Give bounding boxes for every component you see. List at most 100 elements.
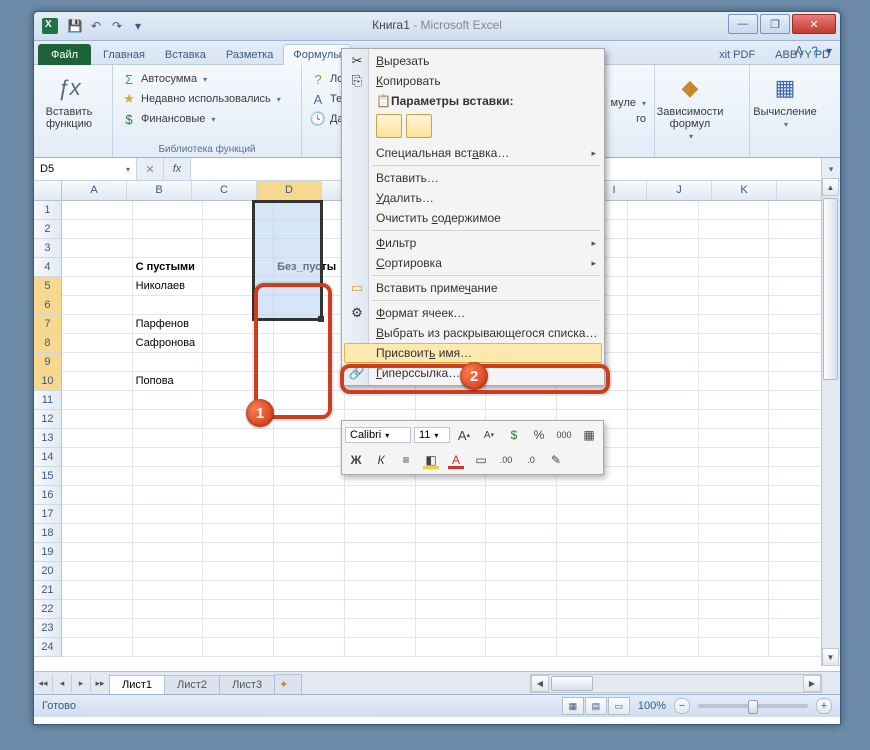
cell-H19[interactable]	[557, 543, 628, 562]
cell-C18[interactable]	[203, 524, 274, 543]
cell-D2[interactable]	[274, 220, 345, 239]
cell-I23[interactable]	[628, 619, 699, 638]
cell-I6[interactable]	[628, 296, 699, 315]
cell-F21[interactable]	[416, 581, 487, 600]
size-combo[interactable]: 11▾	[414, 427, 450, 443]
sheet-last[interactable]: ▸▸	[91, 674, 110, 692]
cell-A10[interactable]	[62, 372, 133, 391]
cell-I19[interactable]	[628, 543, 699, 562]
bold-button[interactable]: Ж	[345, 449, 367, 471]
cell-C8[interactable]	[203, 334, 274, 353]
cell-C24[interactable]	[203, 638, 274, 657]
redo-button[interactable]: ↷	[107, 16, 127, 36]
cell-B23[interactable]	[133, 619, 204, 638]
cell-D14[interactable]	[274, 448, 345, 467]
zoom-thumb[interactable]	[748, 700, 758, 714]
cell-I5[interactable]	[628, 277, 699, 296]
cell-A6[interactable]	[62, 296, 133, 315]
cm-copy[interactable]: ⎘Копировать	[344, 71, 602, 91]
cell-C6[interactable]	[203, 296, 274, 315]
cell-D18[interactable]	[274, 524, 345, 543]
cell-I24[interactable]	[628, 638, 699, 657]
cell-B16[interactable]	[133, 486, 204, 505]
comma-button[interactable]: 000	[553, 424, 575, 446]
cell-B21[interactable]	[133, 581, 204, 600]
cell-A2[interactable]	[62, 220, 133, 239]
cell-A24[interactable]	[62, 638, 133, 657]
cell-A9[interactable]	[62, 353, 133, 372]
cell-B10[interactable]: Попова	[133, 372, 204, 391]
paste-option-1[interactable]	[376, 114, 402, 138]
tab-home[interactable]: Главная	[93, 44, 155, 65]
cell-C4[interactable]	[203, 258, 274, 277]
cell-A15[interactable]	[62, 467, 133, 486]
borders-button[interactable]: ▦	[578, 424, 600, 446]
cell-D4[interactable]: Без_пусты	[274, 258, 345, 277]
cell-B24[interactable]	[133, 638, 204, 657]
help-icon[interactable]: ?	[811, 44, 818, 58]
accounting-button[interactable]: $	[503, 424, 525, 446]
help-dropdown[interactable]: ▾	[826, 44, 832, 58]
cell-B4[interactable]: С пустыми	[133, 258, 204, 277]
cell-G19[interactable]	[486, 543, 557, 562]
cm-clear[interactable]: Очистить содержимое	[344, 208, 602, 228]
cell-G16[interactable]	[486, 486, 557, 505]
cell-D21[interactable]	[274, 581, 345, 600]
row-header-6[interactable]: 6	[34, 296, 62, 315]
cell-J4[interactable]	[699, 258, 770, 277]
cell-I2[interactable]	[628, 220, 699, 239]
cell-D22[interactable]	[274, 600, 345, 619]
cell-C17[interactable]	[203, 505, 274, 524]
cell-H17[interactable]	[557, 505, 628, 524]
cell-C22[interactable]	[203, 600, 274, 619]
cell-F11[interactable]	[416, 391, 487, 410]
cell-I7[interactable]	[628, 315, 699, 334]
cell-H18[interactable]	[557, 524, 628, 543]
cell-J1[interactable]	[699, 201, 770, 220]
paste-option-2[interactable]	[406, 114, 432, 138]
cell-D3[interactable]	[274, 239, 345, 258]
col-header-B[interactable]: B	[127, 181, 192, 200]
row-header-3[interactable]: 3	[34, 239, 62, 258]
cell-I14[interactable]	[628, 448, 699, 467]
cell-J15[interactable]	[699, 467, 770, 486]
cell-D19[interactable]	[274, 543, 345, 562]
close-button[interactable]: ✕	[792, 14, 836, 34]
cell-B2[interactable]	[133, 220, 204, 239]
cell-D13[interactable]	[274, 429, 345, 448]
cell-I22[interactable]	[628, 600, 699, 619]
cell-C9[interactable]	[203, 353, 274, 372]
cell-B11[interactable]	[133, 391, 204, 410]
cell-I17[interactable]	[628, 505, 699, 524]
sheet-prev[interactable]: ◂	[53, 674, 72, 692]
cell-D20[interactable]	[274, 562, 345, 581]
cell-J9[interactable]	[699, 353, 770, 372]
cm-format-cells[interactable]: ⚙Формат ячеек…	[344, 303, 602, 323]
decrease-decimal-button[interactable]: .0	[520, 449, 542, 471]
zoom-in-button[interactable]: +	[816, 698, 832, 714]
cell-D7[interactable]	[274, 315, 345, 334]
row-header-12[interactable]: 12	[34, 410, 62, 429]
cell-B3[interactable]	[133, 239, 204, 258]
cm-insert[interactable]: Вставить…	[344, 168, 602, 188]
cm-delete[interactable]: Удалить…	[344, 188, 602, 208]
minimize-button[interactable]: —	[728, 14, 758, 34]
row-header-15[interactable]: 15	[34, 467, 62, 486]
cm-paste-special[interactable]: Специальная вставка…▸	[344, 143, 602, 163]
sheet-tab-1[interactable]: Лист1	[109, 675, 165, 694]
cell-A1[interactable]	[62, 201, 133, 220]
cell-D17[interactable]	[274, 505, 345, 524]
cell-B8[interactable]: Сафронова	[133, 334, 204, 353]
row-header-4[interactable]: 4	[34, 258, 62, 277]
cell-J8[interactable]	[699, 334, 770, 353]
cell-I8[interactable]	[628, 334, 699, 353]
cm-filter[interactable]: Фильтр▸	[344, 233, 602, 253]
cm-sort[interactable]: Сортировка▸	[344, 253, 602, 273]
cell-B22[interactable]	[133, 600, 204, 619]
cell-D23[interactable]	[274, 619, 345, 638]
cell-C5[interactable]	[203, 277, 274, 296]
cell-A20[interactable]	[62, 562, 133, 581]
cell-C15[interactable]	[203, 467, 274, 486]
cell-I13[interactable]	[628, 429, 699, 448]
cell-E22[interactable]	[345, 600, 416, 619]
